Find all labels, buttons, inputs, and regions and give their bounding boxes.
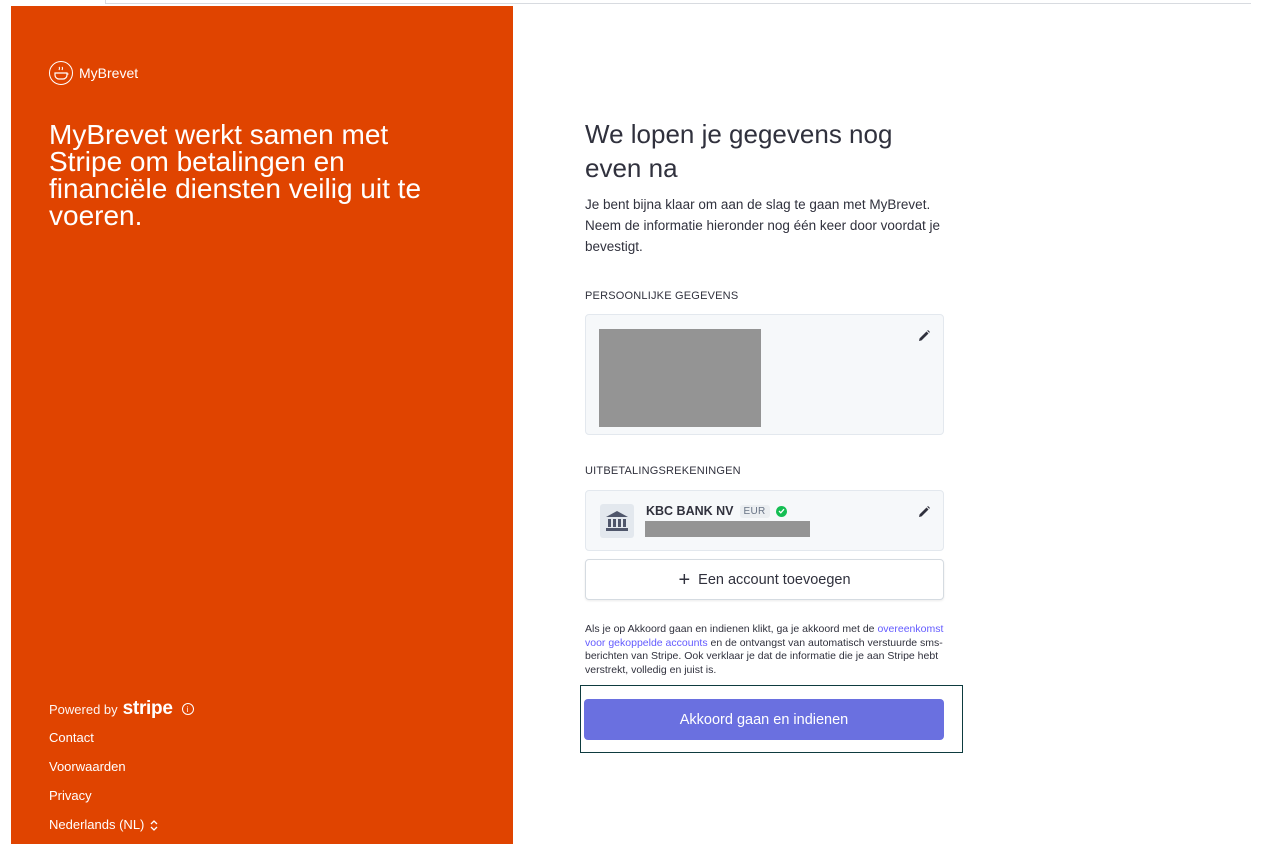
brand-name: MyBrevet	[79, 65, 139, 81]
privacy-link[interactable]: Privacy	[49, 785, 194, 807]
pencil-icon[interactable]	[917, 505, 931, 519]
chevron-up-down-icon	[150, 819, 158, 831]
plus-icon: +	[678, 568, 691, 591]
personal-details-card	[585, 314, 944, 435]
powered-by-label: Powered by	[49, 701, 118, 717]
stripe-wordmark: stripe	[122, 698, 173, 719]
brand-headline: MyBrevet werkt samen met Stripe om betal…	[49, 119, 422, 231]
brand: MyBrevet	[49, 61, 138, 85]
bank-name: KBC BANK NV	[646, 504, 734, 518]
bank-icon	[600, 504, 634, 538]
page-title: We lopen je gegevens nog even na	[585, 119, 893, 183]
pot-icon	[49, 61, 73, 85]
payout-account-card: KBC BANK NV EUR	[585, 490, 944, 551]
intro-text: Je bent bijna klaar om aan de slag te ga…	[585, 197, 940, 254]
redacted-personal-details	[599, 329, 761, 427]
terms-link[interactable]: Voorwaarden	[49, 756, 194, 778]
currency-badge: EUR	[739, 504, 770, 518]
panel-footer: Powered by stripe i Contact Voorwaarden …	[49, 698, 194, 836]
language-selector[interactable]: Nederlands (NL)	[49, 814, 194, 836]
personal-section-label: PERSOONLIJKE GEGEVENS	[585, 290, 739, 302]
bank-account-header: KBC BANK NV EUR	[646, 504, 787, 518]
add-account-button[interactable]: + Een account toevoegen	[585, 559, 944, 600]
brand-panel: MyBrevet MyBrevet werkt samen met Stripe…	[11, 6, 513, 844]
powered-by-stripe[interactable]: Powered by stripe i	[49, 698, 194, 720]
check-circle-icon	[775, 505, 787, 517]
legal-text-before: Als je op Akkoord gaan en indienen klikt…	[585, 623, 878, 635]
contact-link[interactable]: Contact	[49, 727, 194, 749]
info-icon[interactable]: i	[181, 703, 194, 715]
pencil-icon[interactable]	[917, 329, 931, 343]
submit-button[interactable]: Akkoord gaan en indienen	[584, 699, 944, 740]
window-top-border	[105, 0, 1251, 4]
payout-section-label: UITBETALINGSREKENINGEN	[585, 465, 741, 477]
language-label: Nederlands (NL)	[49, 817, 145, 832]
add-account-label: Een account toevoegen	[698, 571, 851, 588]
redacted-account-number	[645, 521, 810, 537]
legal-text: Als je op Akkoord gaan en indienen klikt…	[585, 623, 945, 677]
